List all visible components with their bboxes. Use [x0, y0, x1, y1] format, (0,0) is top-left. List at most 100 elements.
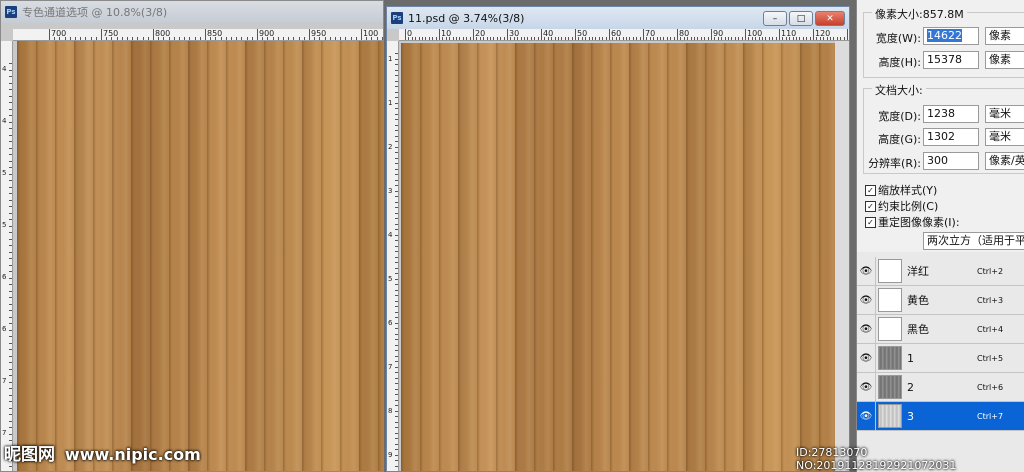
ruler-tick — [707, 37, 709, 40]
ruler-tick — [395, 300, 398, 302]
ruler-tick — [643, 29, 644, 40]
ruler-tick — [9, 466, 12, 467]
ruler-tick — [395, 289, 398, 291]
ruler-tick — [554, 37, 556, 40]
channel-name: 洋红 — [907, 265, 929, 278]
channel-shortcut: Ctrl+2 — [977, 266, 1004, 276]
visibility-eye-icon[interactable]: 👁 — [857, 372, 876, 402]
ruler-tick — [395, 278, 398, 280]
ruler-tick — [636, 37, 638, 40]
channel-name: 2 — [907, 380, 914, 394]
channel-name: 黑色 — [907, 323, 929, 336]
visibility-eye-icon[interactable]: 👁 — [857, 343, 876, 373]
wood-texture-canvas[interactable] — [17, 41, 383, 471]
visibility-eye-icon[interactable]: 👁 — [857, 285, 876, 315]
ruler-tick — [9, 433, 12, 435]
image-size-dialog: 像素大小:857.8M 宽度(W): 14622 像素 高度(H): 15378… — [856, 0, 1024, 252]
ruler-tick — [9, 342, 12, 344]
pixel-height-unit-select[interactable]: 像素 — [985, 51, 1024, 69]
ruler-tick — [9, 167, 12, 168]
ruler-tick — [428, 37, 430, 40]
channel-row[interactable]: 👁 2 Ctrl+6 — [857, 372, 1024, 402]
visibility-eye-icon[interactable]: 👁 — [857, 314, 876, 344]
minimize-button[interactable]: – — [763, 11, 787, 26]
ruler-tick — [395, 218, 398, 219]
ruler-tick — [395, 350, 398, 351]
channel-row[interactable]: 👁 1 Ctrl+5 — [857, 343, 1024, 373]
ruler-tick — [435, 37, 437, 40]
ruler-tick — [809, 37, 811, 40]
ruler-tick — [395, 146, 398, 148]
doc-width-input[interactable]: 1238 — [923, 105, 979, 123]
ruler-label: 5 — [2, 169, 7, 177]
ruler-tick — [415, 37, 417, 40]
ruler-tick — [395, 190, 398, 192]
ruler-tick — [395, 91, 398, 93]
window-1-titlebar[interactable]: Ps 专色通道选项 @ 10.8%(3/8) — [1, 1, 383, 23]
ruler-tick — [806, 37, 808, 40]
ruler-tick — [598, 37, 600, 40]
visibility-eye-icon[interactable]: 👁 — [857, 256, 876, 286]
ruler-tick — [395, 284, 398, 285]
document-window-2[interactable]: Ps 11.psd @ 3.74%(3/8) – □ ✕ 0 10 20 30 40 50… — [386, 6, 850, 472]
pixel-width-unit-select[interactable]: 像素 — [985, 27, 1024, 45]
resolution-input[interactable]: 300 — [923, 152, 979, 170]
height-label: 高度(H): — [878, 56, 921, 69]
ruler-tick — [802, 37, 804, 40]
ruler-tick — [9, 329, 12, 331]
ruler-tick — [466, 37, 468, 40]
wood-texture-canvas[interactable] — [401, 43, 835, 471]
ruler-tick — [9, 368, 12, 370]
pixel-height-input[interactable]: 15378 — [923, 51, 979, 69]
ruler-tick — [524, 37, 525, 40]
channel-row[interactable]: 👁 黑色 Ctrl+4 — [857, 314, 1024, 344]
ruler-tick — [395, 465, 398, 467]
constrain-proportions-checkbox[interactable]: ✓ 约束比例(C) — [865, 198, 938, 214]
window-2-title: 11.psd @ 3.74%(3/8) — [408, 11, 525, 25]
resolution-unit-select[interactable]: 像素/英寸 — [985, 152, 1024, 170]
ruler-tick — [395, 273, 398, 274]
ruler-tick — [395, 97, 398, 98]
window-2-titlebar[interactable]: Ps 11.psd @ 3.74%(3/8) – □ ✕ — [387, 7, 849, 29]
resample-checkbox[interactable]: ✓ 重定图像像素(I): — [865, 214, 960, 230]
ruler-tick — [395, 251, 398, 252]
doc-height-input[interactable]: 1302 — [923, 128, 979, 146]
channel-row[interactable]: 👁 黄色 Ctrl+3 — [857, 285, 1024, 315]
close-button[interactable]: ✕ — [815, 11, 845, 26]
ruler-tick — [395, 157, 398, 159]
channel-row[interactable]: 👁 3 Ctrl+7 — [857, 401, 1024, 431]
document-window-1[interactable]: Ps 专色通道选项 @ 10.8%(3/8) 700 750 800 850 900 95… — [0, 0, 384, 472]
scale-styles-checkbox[interactable]: ✓ 缩放样式(Y) — [865, 182, 937, 198]
ruler-label: 4 — [2, 117, 7, 125]
doc-height-unit-select[interactable]: 毫米 — [985, 128, 1024, 146]
ruler-tick — [724, 37, 726, 40]
ruler-tick — [9, 297, 12, 298]
channel-row[interactable]: 👁 洋红 Ctrl+2 — [857, 256, 1024, 286]
ruler-tick — [626, 37, 627, 40]
pixel-width-input[interactable]: 14622 — [923, 27, 979, 45]
ruler-tick — [395, 207, 398, 208]
doc-width-unit-select[interactable]: 毫米 — [985, 105, 1024, 123]
ruler-tick — [558, 37, 559, 40]
ruler-tick — [9, 186, 12, 188]
ruler-tick — [395, 416, 398, 417]
channel-name: 黄色 — [907, 294, 929, 307]
channel-shortcut: Ctrl+5 — [977, 353, 1004, 363]
ruler-tick — [741, 37, 743, 40]
vertical-scrollbar[interactable] — [835, 41, 849, 471]
restore-button[interactable]: □ — [789, 11, 813, 26]
ruler-tick — [395, 344, 398, 346]
ruler-tick — [405, 29, 406, 40]
ruler-tick — [9, 271, 12, 272]
ruler-tick — [541, 29, 542, 40]
resample-method-select[interactable]: 两次立方（适用于平滑渐变） — [923, 232, 1024, 250]
ruler-tick — [9, 381, 12, 383]
ruler-tick — [847, 29, 848, 40]
ruler-tick — [395, 410, 398, 412]
ruler-label: 7 — [2, 377, 7, 385]
ruler-tick — [677, 29, 678, 40]
ruler-tick — [395, 366, 398, 368]
ruler-label: 750 — [103, 29, 119, 38]
ruler-tick — [395, 152, 398, 153]
visibility-eye-icon[interactable]: 👁 — [857, 401, 876, 431]
